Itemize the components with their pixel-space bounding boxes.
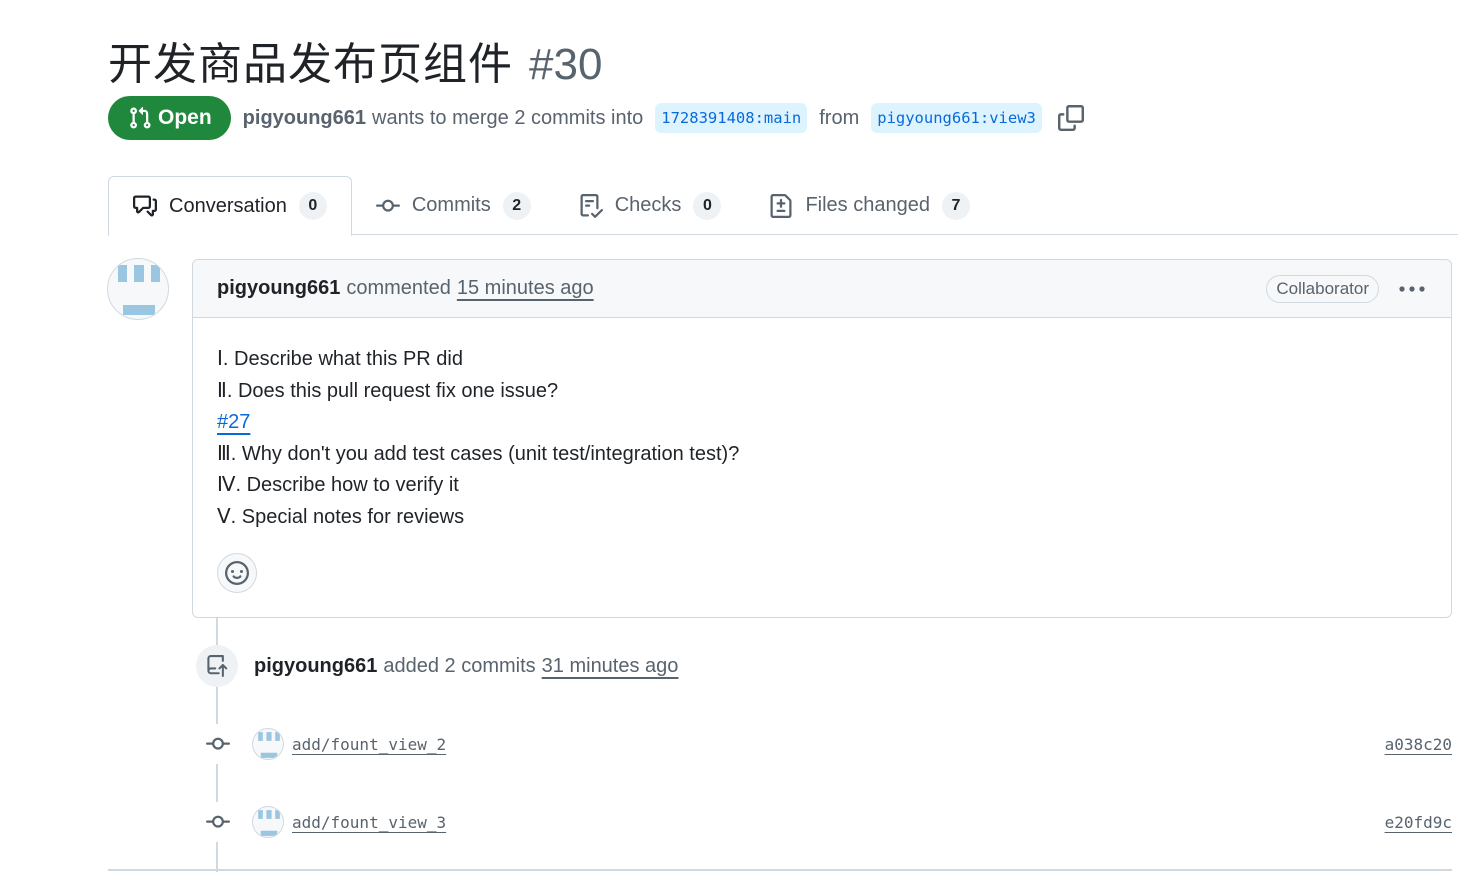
tab-conversation[interactable]: Conversation 0 [108,176,352,236]
git-commit-icon [375,194,412,218]
tab-conversation-label: Conversation [169,194,287,217]
tab-checks[interactable]: Checks 0 [555,176,746,235]
comment-line: Ⅳ. Describe how to verify it [217,474,459,496]
pr-title: 开发商品发布页组件 [108,39,513,90]
comment-options-button[interactable] [1397,277,1427,301]
commit-row: add/fount_view_3 e20fd9c [198,802,1452,842]
comment-line: Ⅴ. Special notes for reviews [217,505,465,528]
tab-commits-label: Commits [411,194,491,216]
pr-description-comment: pigyoung661 commented 15 minutes ago Col… [192,259,1452,618]
event-text: added 2 commits [383,654,536,677]
commit-sha-link[interactable]: e20fd9c [1385,813,1452,832]
tab-files-changed[interactable]: Files changed 7 [745,176,994,235]
pr-meta-row: Open pigyoung661 wants to merge 2 commit… [108,96,1088,140]
section-divider [108,869,1452,871]
event-timestamp[interactable]: 31 minutes ago [542,655,679,678]
git-commit-icon [198,724,238,764]
comment-timestamp[interactable]: 15 minutes ago [457,277,594,300]
file-diff-icon [769,193,805,218]
from-text: from [819,106,860,129]
commits-added-event: pigyoung661 added 2 commits 31 minutes a… [196,645,678,687]
comment-discussion-icon [133,194,169,218]
comment-header: pigyoung661 commented 15 minutes ago Col… [193,260,1451,318]
copy-branch-button[interactable] [1054,101,1088,135]
tab-checks-label: Checks [614,194,682,216]
avatar[interactable] [107,258,169,320]
tab-conversation-count: 0 [298,192,327,220]
git-pull-request-icon [128,106,152,130]
pr-title-row: 开发商品发布页组件 #30 [108,28,602,92]
pr-state-label: Open [158,106,212,129]
pr-state-badge: Open [108,96,231,140]
comment-line: Ⅲ. Why don't you add test cases (unit te… [217,442,740,465]
comment-line: Ⅰ. Describe what this PR did [217,348,463,370]
pr-author-link[interactable]: pigyoung661 [243,107,366,130]
tab-files-changed-count: 7 [941,191,970,220]
comment-author-link[interactable]: pigyoung661 [217,277,340,300]
comment-body: Ⅰ. Describe what this PR did Ⅱ. Does thi… [193,318,1451,533]
comment-line: Ⅱ. Does this pull request fix one issue? [217,379,559,402]
pr-tabs: Conversation 0 Commits 2 Checks 0 Files … [108,176,1458,236]
smiley-icon [225,561,249,585]
tab-checks-count: 0 [693,191,722,220]
tab-files-changed-label: Files changed [805,194,930,216]
avatar[interactable] [252,806,284,838]
add-reaction-button[interactable] [217,553,257,593]
head-branch-label[interactable]: pigyoung661:view3 [871,103,1042,133]
repo-push-icon [196,645,238,687]
pr-number: #30 [529,40,603,89]
issue-link[interactable]: #27 [217,411,250,433]
comment-action: commented [346,277,451,299]
commit-sha-link[interactable]: a038c20 [1385,735,1452,754]
kebab-horizontal-icon [1398,285,1426,293]
avatar[interactable] [252,728,284,760]
git-commit-icon [198,802,238,842]
checklist-icon [579,193,615,218]
event-author-link[interactable]: pigyoung661 [254,655,377,678]
copy-icon [1057,105,1084,131]
base-branch-label[interactable]: 1728391408:main [655,103,808,133]
tab-commits-count: 2 [502,191,531,220]
commit-row: add/fount_view_2 a038c20 [198,724,1452,764]
commit-message-link[interactable]: add/fount_view_3 [292,813,446,832]
collaborator-badge: Collaborator [1266,274,1379,303]
merge-text: wants to merge 2 commits into [372,106,644,129]
commit-message-link[interactable]: add/fount_view_2 [292,735,446,754]
tab-commits[interactable]: Commits 2 [352,176,555,235]
